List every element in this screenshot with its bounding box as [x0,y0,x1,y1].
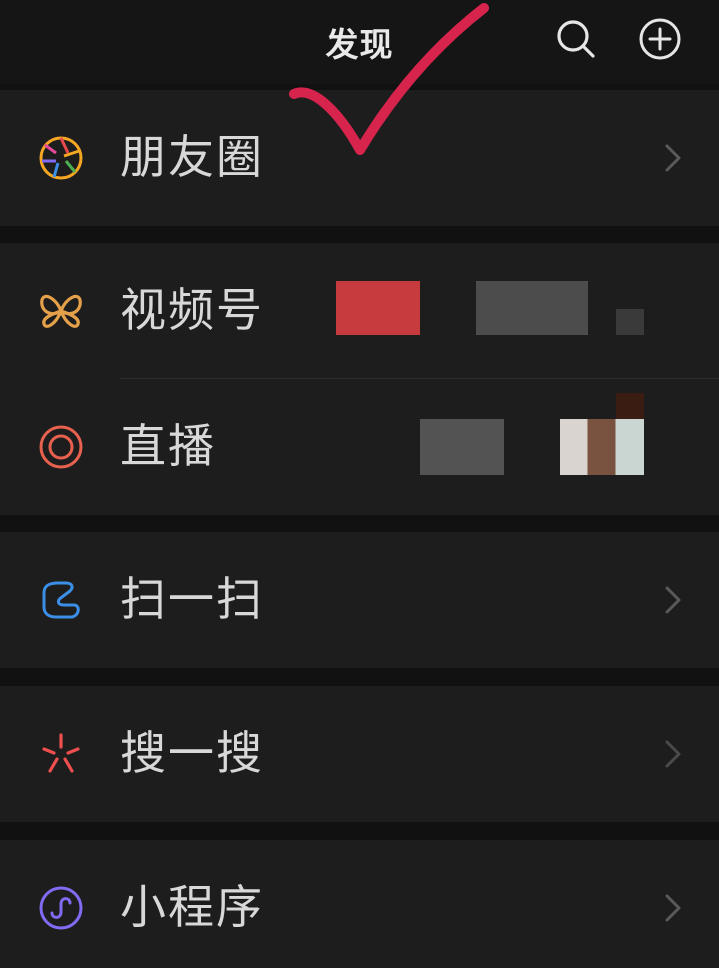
top-bar: 发现 [0,0,719,84]
page-title: 发现 [325,25,394,64]
mini-program-icon [34,881,88,935]
moments-aperture-icon [34,131,88,185]
menu-item-live[interactable]: 直播 [0,379,719,515]
menu-item-label: 直播 [120,419,216,473]
add-button[interactable] [635,14,685,64]
menu-item-channels[interactable]: 视频号 [0,243,719,379]
add-circle-icon [639,18,681,60]
chevron-right-icon [663,738,683,770]
menu-item-search[interactable]: 搜一搜 [0,686,719,822]
search-button[interactable] [551,14,601,64]
chevron-right-icon [663,142,683,174]
blurred-text [420,419,504,475]
chevron-right-icon [663,584,683,616]
menu-item-label: 搜一搜 [120,726,264,780]
menu-item-label: 扫一扫 [120,572,264,626]
menu-item-moments[interactable]: 朋友圈 [0,90,719,226]
live-ring-icon [34,420,88,474]
blurred-dot [616,309,644,335]
menu-item-label: 朋友圈 [120,130,264,184]
blurred-text [476,281,588,335]
blurred-thumbnail [336,281,420,335]
channels-butterfly-icon [34,284,88,338]
blurred-dot [616,393,644,419]
chevron-right-icon [663,892,683,924]
blurred-avatar [560,419,644,475]
discover-screen: 发现 朋友圈 视频号 直播 扫一扫 搜一搜 小程序 [0,0,719,968]
menu-item-scan[interactable]: 扫一扫 [0,532,719,668]
menu-item-label: 小程序 [120,880,264,934]
search-sparkle-icon [34,727,88,781]
menu-item-label: 视频号 [120,283,264,337]
scan-icon [34,573,88,627]
search-icon [557,20,595,58]
menu-item-mini-programs[interactable]: 小程序 [0,840,719,968]
